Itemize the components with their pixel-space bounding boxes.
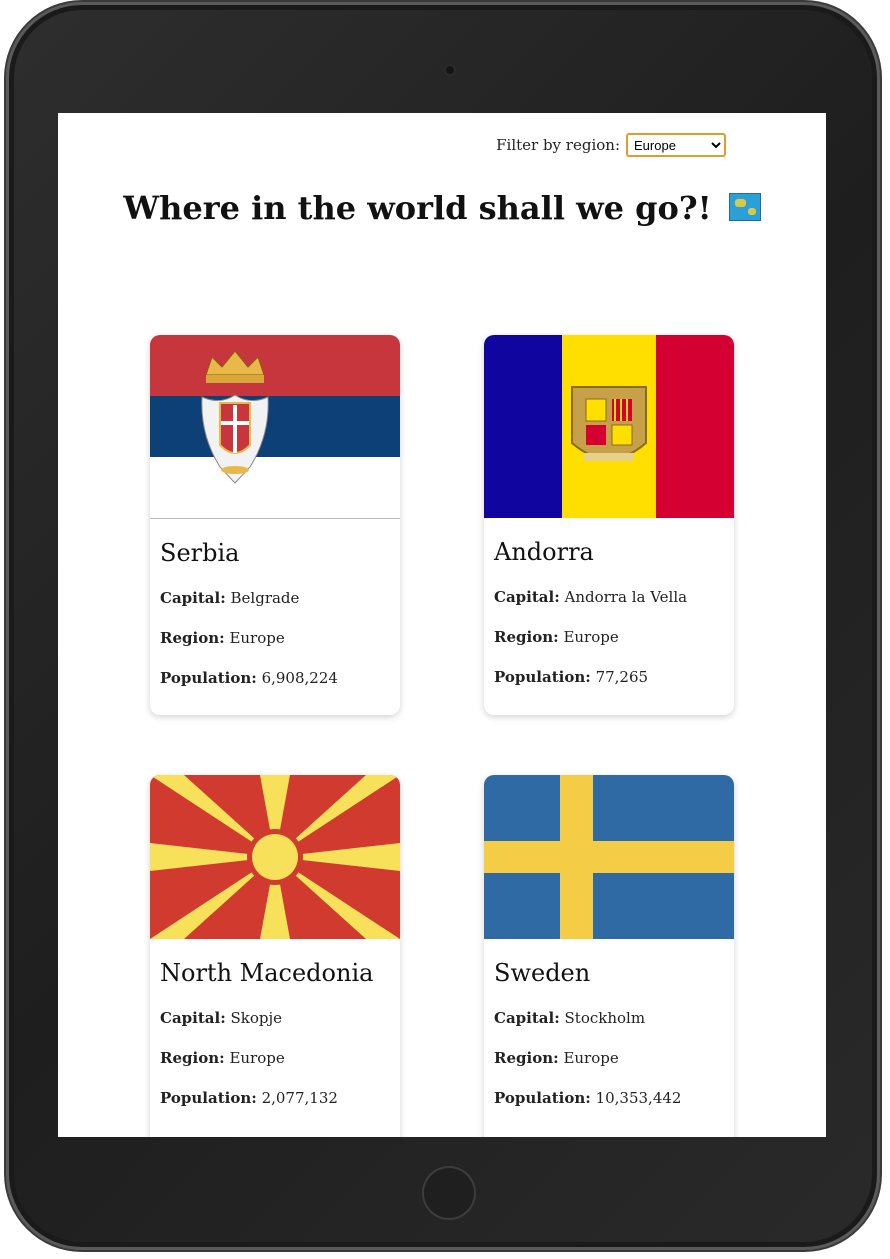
population-value: 10,353,442 [595, 1089, 682, 1107]
capital-label: Capital: [160, 589, 226, 607]
capital-label: Capital: [494, 588, 560, 606]
capital-row: Capital: Belgrade [160, 589, 390, 607]
region-label: Region: [494, 628, 559, 646]
serbia-flag [150, 335, 400, 518]
capital-value: Andorra la Vella [564, 588, 688, 606]
country-card[interactable]: Andorra Capital: Andorra la Vella Region… [484, 335, 734, 715]
population-row: Population: 77,265 [494, 668, 724, 686]
country-card[interactable]: Sweden Capital: Stockholm Region: Europe… [484, 775, 734, 1137]
andorra-flag [484, 335, 734, 518]
region-value: Europe [229, 1049, 285, 1067]
world-map-icon [728, 192, 761, 221]
capital-row: Capital: Andorra la Vella [494, 588, 724, 606]
population-row: Population: 2,077,132 [160, 1089, 390, 1107]
north-macedonia-flag [150, 775, 400, 939]
region-row: Region: Europe [494, 628, 724, 646]
country-card[interactable]: North Macedonia Capital: Skopje Region: … [150, 775, 400, 1137]
population-value: 2,077,132 [261, 1089, 338, 1107]
andorra-flag-image [484, 335, 734, 518]
capital-value: Belgrade [230, 589, 300, 607]
capital-value: Stockholm [564, 1009, 646, 1027]
screen: Filter by region: Europe Where in the wo… [58, 113, 826, 1137]
region-filter: Filter by region: Europe [496, 133, 726, 157]
capital-label: Capital: [494, 1009, 560, 1027]
sweden-flag [484, 775, 734, 939]
population-value: 77,265 [595, 668, 649, 686]
region-row: Region: Europe [494, 1049, 724, 1067]
region-value: Europe [563, 628, 619, 646]
region-row: Region: Europe [160, 629, 390, 647]
country-name: Serbia [160, 539, 240, 567]
region-label: Region: [160, 629, 225, 647]
region-row: Region: Europe [160, 1049, 390, 1067]
page-title-text: Where in the world shall we go?! [123, 189, 712, 227]
region-label: Region: [494, 1049, 559, 1067]
population-row: Population: 6,908,224 [160, 669, 390, 687]
population-row: Population: 10,353,442 [494, 1089, 724, 1107]
region-select[interactable]: Europe [626, 133, 726, 157]
population-label: Population: [494, 668, 591, 686]
population-label: Population: [160, 669, 257, 687]
country-card[interactable]: Serbia Capital: Belgrade Region: Europe … [150, 335, 400, 715]
capital-row: Capital: Stockholm [494, 1009, 724, 1027]
serbia-flag-image [150, 335, 400, 519]
country-name: Sweden [494, 959, 591, 987]
population-label: Population: [160, 1089, 257, 1107]
population-label: Population: [494, 1089, 591, 1107]
region-value: Europe [229, 629, 285, 647]
north-macedonia-flag-image [150, 775, 400, 939]
region-value: Europe [563, 1049, 619, 1067]
camera-icon [444, 64, 456, 76]
page-title: Where in the world shall we go?! [58, 189, 826, 227]
region-label: Region: [160, 1049, 225, 1067]
capital-label: Capital: [160, 1009, 226, 1027]
home-button[interactable] [422, 1166, 476, 1220]
filter-label: Filter by region: [496, 136, 620, 154]
country-name: Andorra [494, 538, 594, 566]
country-name: North Macedonia [160, 959, 374, 987]
capital-row: Capital: Skopje [160, 1009, 390, 1027]
population-value: 6,908,224 [261, 669, 338, 687]
sweden-flag-image [484, 775, 734, 939]
capital-value: Skopje [230, 1009, 283, 1027]
